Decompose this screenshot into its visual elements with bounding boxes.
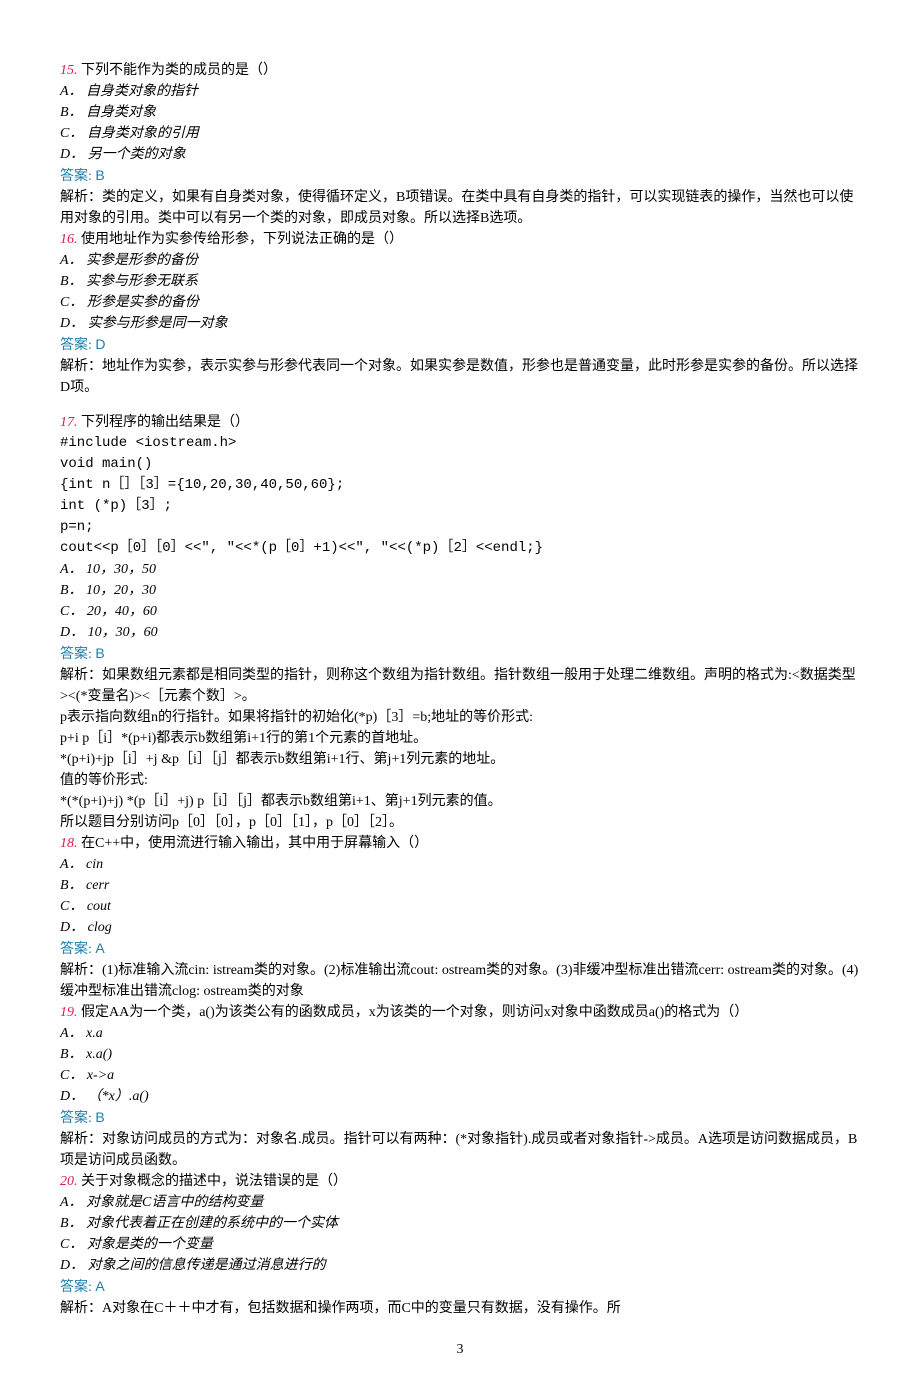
- explanation: *(p+i)+jp［i］+j &p［i］［j］都表示b数组第i+1行、第j+1列…: [60, 749, 860, 770]
- explanation: 解析：对象访问成员的方式为：对象名.成员。指针可以有两种：(*对象指针).成员或…: [60, 1129, 860, 1171]
- question-text: 假定AA为一个类，a()为该类公有的函数成员，x为该类的一个对象，则访问x对象中…: [78, 1005, 749, 1020]
- answer-value: B: [95, 645, 104, 661]
- question-number: 19.: [60, 1005, 78, 1020]
- code-line: void main(): [60, 454, 860, 475]
- answer-label: 答案:: [60, 1111, 95, 1126]
- question-text: 下列不能作为类的成员的是（）: [78, 63, 278, 78]
- option-d: D． （*x）.a(): [60, 1086, 860, 1107]
- code-line: {int n［］［3］={10,20,30,40,50,60};: [60, 475, 860, 496]
- option-d: D． 实参与形参是同一对象: [60, 313, 860, 334]
- explanation: 解析：地址作为实参，表示实参与形参代表同一个对象。如果实参是数值，形参也是普通变…: [60, 356, 860, 398]
- answer-label: 答案:: [60, 942, 95, 957]
- question-20: 20. 关于对象概念的描述中，说法错误的是（）: [60, 1171, 860, 1192]
- option-a: A． cin: [60, 854, 860, 875]
- answer-line: 答案: B: [60, 643, 860, 665]
- option-b: B． 对象代表着正在创建的系统中的一个实体: [60, 1213, 860, 1234]
- option-b: B． 实参与形参无联系: [60, 271, 860, 292]
- answer-label: 答案:: [60, 647, 95, 662]
- question-number: 16.: [60, 232, 78, 247]
- option-d: D． clog: [60, 917, 860, 938]
- option-b: B． 10，20，30: [60, 580, 860, 601]
- question-number: 18.: [60, 836, 78, 851]
- option-c: C． x->a: [60, 1065, 860, 1086]
- code-line: p=n;: [60, 517, 860, 538]
- question-15: 15. 下列不能作为类的成员的是（）: [60, 60, 860, 81]
- option-c: C． 对象是类的一个变量: [60, 1234, 860, 1255]
- code-line: cout<<p［0］［0］<<", "<<*(p［0］+1)<<", "<<(*…: [60, 538, 860, 559]
- explanation: p+i p［i］*(p+i)都表示b数组第i+1行的第1个元素的首地址。: [60, 728, 860, 749]
- answer-line: 答案: A: [60, 1276, 860, 1298]
- question-text: 关于对象概念的描述中，说法错误的是（）: [78, 1174, 348, 1189]
- option-a: A． 实参是形参的备份: [60, 250, 860, 271]
- answer-line: 答案: A: [60, 938, 860, 960]
- answer-value: D: [95, 336, 105, 352]
- explanation: 解析：类的定义，如果有自身类对象，使得循环定义，B项错误。在类中具有自身类的指针…: [60, 187, 860, 229]
- question-18: 18. 在C++中，使用流进行输入输出，其中用于屏幕输入（）: [60, 833, 860, 854]
- answer-label: 答案:: [60, 169, 95, 184]
- option-c: C． cout: [60, 896, 860, 917]
- option-a: A． x.a: [60, 1023, 860, 1044]
- code-line: int (*p)［3］;: [60, 496, 860, 517]
- option-d: D． 对象之间的信息传递是通过消息进行的: [60, 1255, 860, 1276]
- answer-value: A: [95, 940, 104, 956]
- explanation: 值的等价形式:: [60, 770, 860, 791]
- explanation: 解析：如果数组元素都是相同类型的指针，则称这个数组为指针数组。指针数组一般用于处…: [60, 665, 860, 707]
- answer-line: 答案: D: [60, 334, 860, 356]
- question-number: 15.: [60, 63, 78, 78]
- explanation: 所以题目分别访问p［0］［0］，p［0］［1］，p［0］［2］。: [60, 812, 860, 833]
- code-line: #include <iostream.h>: [60, 433, 860, 454]
- option-a: A． 对象就是C语言中的结构变量: [60, 1192, 860, 1213]
- option-b: B． x.a(): [60, 1044, 860, 1065]
- option-c: C． 自身类对象的引用: [60, 123, 860, 144]
- question-text: 下列程序的输出结果是（）: [78, 415, 250, 430]
- question-16: 16. 使用地址作为实参传给形参，下列说法正确的是（）: [60, 229, 860, 250]
- answer-value: B: [95, 167, 104, 183]
- page-number: 3: [60, 1339, 860, 1360]
- option-d: D． 另一个类的对象: [60, 144, 860, 165]
- question-19: 19. 假定AA为一个类，a()为该类公有的函数成员，x为该类的一个对象，则访问…: [60, 1002, 860, 1023]
- explanation: 解析：A对象在C＋＋中才有，包括数据和操作两项，而C中的变量只有数据，没有操作。…: [60, 1298, 860, 1319]
- answer-label: 答案:: [60, 1280, 95, 1295]
- answer-line: 答案: B: [60, 1107, 860, 1129]
- option-a: A． 10，30，50: [60, 559, 860, 580]
- explanation: *(*(p+i)+j) *(p［i］+j) p［i］［j］都表示b数组第i+1、…: [60, 791, 860, 812]
- question-text: 使用地址作为实参传给形参，下列说法正确的是（）: [78, 232, 404, 247]
- explanation: 解析：(1)标准输入流cin: istream类的对象。(2)标准输出流cout…: [60, 960, 860, 1002]
- option-d: D． 10，30，60: [60, 622, 860, 643]
- option-b: B． 自身类对象: [60, 102, 860, 123]
- option-c: C． 形参是实参的备份: [60, 292, 860, 313]
- answer-value: B: [95, 1109, 104, 1125]
- option-b: B． cerr: [60, 875, 860, 896]
- option-a: A． 自身类对象的指针: [60, 81, 860, 102]
- question-number: 20.: [60, 1174, 78, 1189]
- question-17: 17. 下列程序的输出结果是（）: [60, 412, 860, 433]
- spacer: [60, 398, 860, 412]
- answer-value: A: [95, 1278, 104, 1294]
- explanation: p表示指向数组n的行指针。如果将指针的初始化(*p)［3］=b;地址的等价形式:: [60, 707, 860, 728]
- answer-line: 答案: B: [60, 165, 860, 187]
- answer-label: 答案:: [60, 338, 95, 353]
- question-text: 在C++中，使用流进行输入输出，其中用于屏幕输入（）: [78, 836, 429, 851]
- option-c: C． 20，40，60: [60, 601, 860, 622]
- question-number: 17.: [60, 415, 78, 430]
